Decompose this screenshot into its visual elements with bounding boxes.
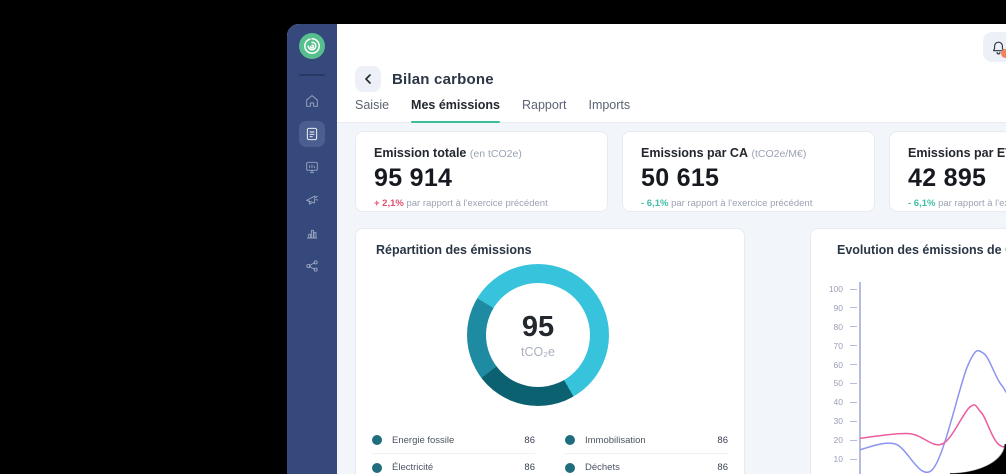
y-tick: 90 [811,303,857,313]
tab-mes-emissions[interactable]: Mes émissions [411,98,500,122]
kpi-delta-pct: - 6,1% [641,198,668,209]
donut-chart-title: Répartition des émissions [376,243,724,257]
donut-center: 95 tCO₂e [486,283,590,387]
tab-imports[interactable]: Imports [588,98,630,122]
legend-dot [565,435,575,445]
sidebar-item-statistics[interactable] [299,220,325,246]
legend-dot [565,463,575,473]
kpi-delta-pct: + 2,1% [374,198,404,209]
page-body: Emission totale (en tCO2e) 95 914 + 2,1%… [337,123,1006,474]
sidebar-item-organization[interactable] [299,253,325,279]
sidebar-item-dashboard[interactable] [299,154,325,180]
main-content: Bilan carbone Saisie Mes émissions Rappo… [337,24,1006,474]
kpi-unit: (en tCO2e) [470,148,522,160]
y-tick: 100 [811,284,857,294]
donut-chart: 95 tCO₂e [467,264,609,406]
back-button[interactable] [355,66,381,92]
y-tick: 80 [811,322,857,332]
y-tick: 40 [811,397,857,407]
sidebar-divider [299,74,325,76]
kpi-value: 95 914 [374,164,589,193]
legend-item-dechets: Déchets 86 [565,454,728,474]
kpi-delta: - 6,1% par rapport à l'exercice précéden… [908,198,1006,209]
kpi-card-emissions-par-etp: Emissions par ETP (tCO2e/ETP) 42 895 - 6… [889,131,1006,212]
megaphone-icon [304,192,320,208]
app-window: Bilan carbone Saisie Mes émissions Rappo… [287,24,1006,474]
page-title: Bilan carbone [392,71,494,88]
sidebar-item-documents[interactable] [299,121,325,147]
tab-saisie[interactable]: Saisie [355,98,389,122]
kpi-label: Emissions par CA (tCO2e/M€) [641,146,856,160]
kpi-label: Emissions par ETP (tCO2e/ETP) [908,146,1006,160]
legend-item-immobilisation: Immobilisation 86 [565,427,728,454]
kpi-delta: + 2,1% par rapport à l'exercice précéden… [374,198,589,209]
kpi-card-emission-totale: Emission totale (en tCO2e) 95 914 + 2,1%… [355,131,608,212]
hierarchy-icon [304,258,320,274]
legend-dot [372,435,382,445]
legend-dot [372,463,382,473]
line-chart-title: Evolution des émissions de GES [837,243,1006,257]
kpi-card-emissions-par-ca: Emissions par CA (tCO2e/M€) 50 615 - 6,1… [622,131,875,212]
document-icon [304,126,320,142]
chevron-left-icon [363,74,373,84]
app-logo-icon [298,32,326,60]
tab-bar: Saisie Mes émissions Rapport Imports [337,98,1006,123]
home-icon [304,93,320,109]
y-tick: 20 [811,435,857,445]
sidebar-item-campaigns[interactable] [299,187,325,213]
y-tick: 10 [811,454,857,464]
kpi-delta: - 6,1% par rapport à l'exercice précéden… [641,198,856,209]
donut-chart-card: Répartition des émissions 95 tCO₂e Energ… [355,228,745,474]
legend-item-electricite: Électricité 86 [372,454,535,474]
rounded-corner-mask [950,444,1006,474]
bar-chart-icon [304,225,320,241]
sidebar-item-home[interactable] [299,88,325,114]
donut-legend: Energie fossile 86 Immobilisation 86 Éle… [372,427,728,474]
kpi-label: Emission totale (en tCO2e) [374,146,589,160]
kpi-delta-pct: - 6,1% [908,198,935,209]
line-chart-card: Evolution des émissions de GES 100 90 80 70… [810,228,1006,474]
presentation-chart-icon [304,159,320,175]
donut-center-value: 95 [522,311,554,344]
sidebar [287,24,337,474]
line-series [860,371,1006,447]
kpi-unit: (tCO2e/M€) [751,148,806,160]
y-tick: 50 [811,378,857,388]
kpi-value: 50 615 [641,164,856,193]
y-tick: 30 [811,416,857,426]
donut-center-unit: tCO₂e [521,345,555,359]
kpi-value: 42 895 [908,164,1006,193]
legend-item-energie-fossile: Energie fossile 86 [372,427,535,454]
y-tick: 60 [811,360,857,370]
notification-badge [1001,49,1006,58]
y-tick: 70 [811,341,857,351]
tab-rapport[interactable]: Rapport [522,98,566,122]
notifications-button[interactable] [983,32,1006,62]
